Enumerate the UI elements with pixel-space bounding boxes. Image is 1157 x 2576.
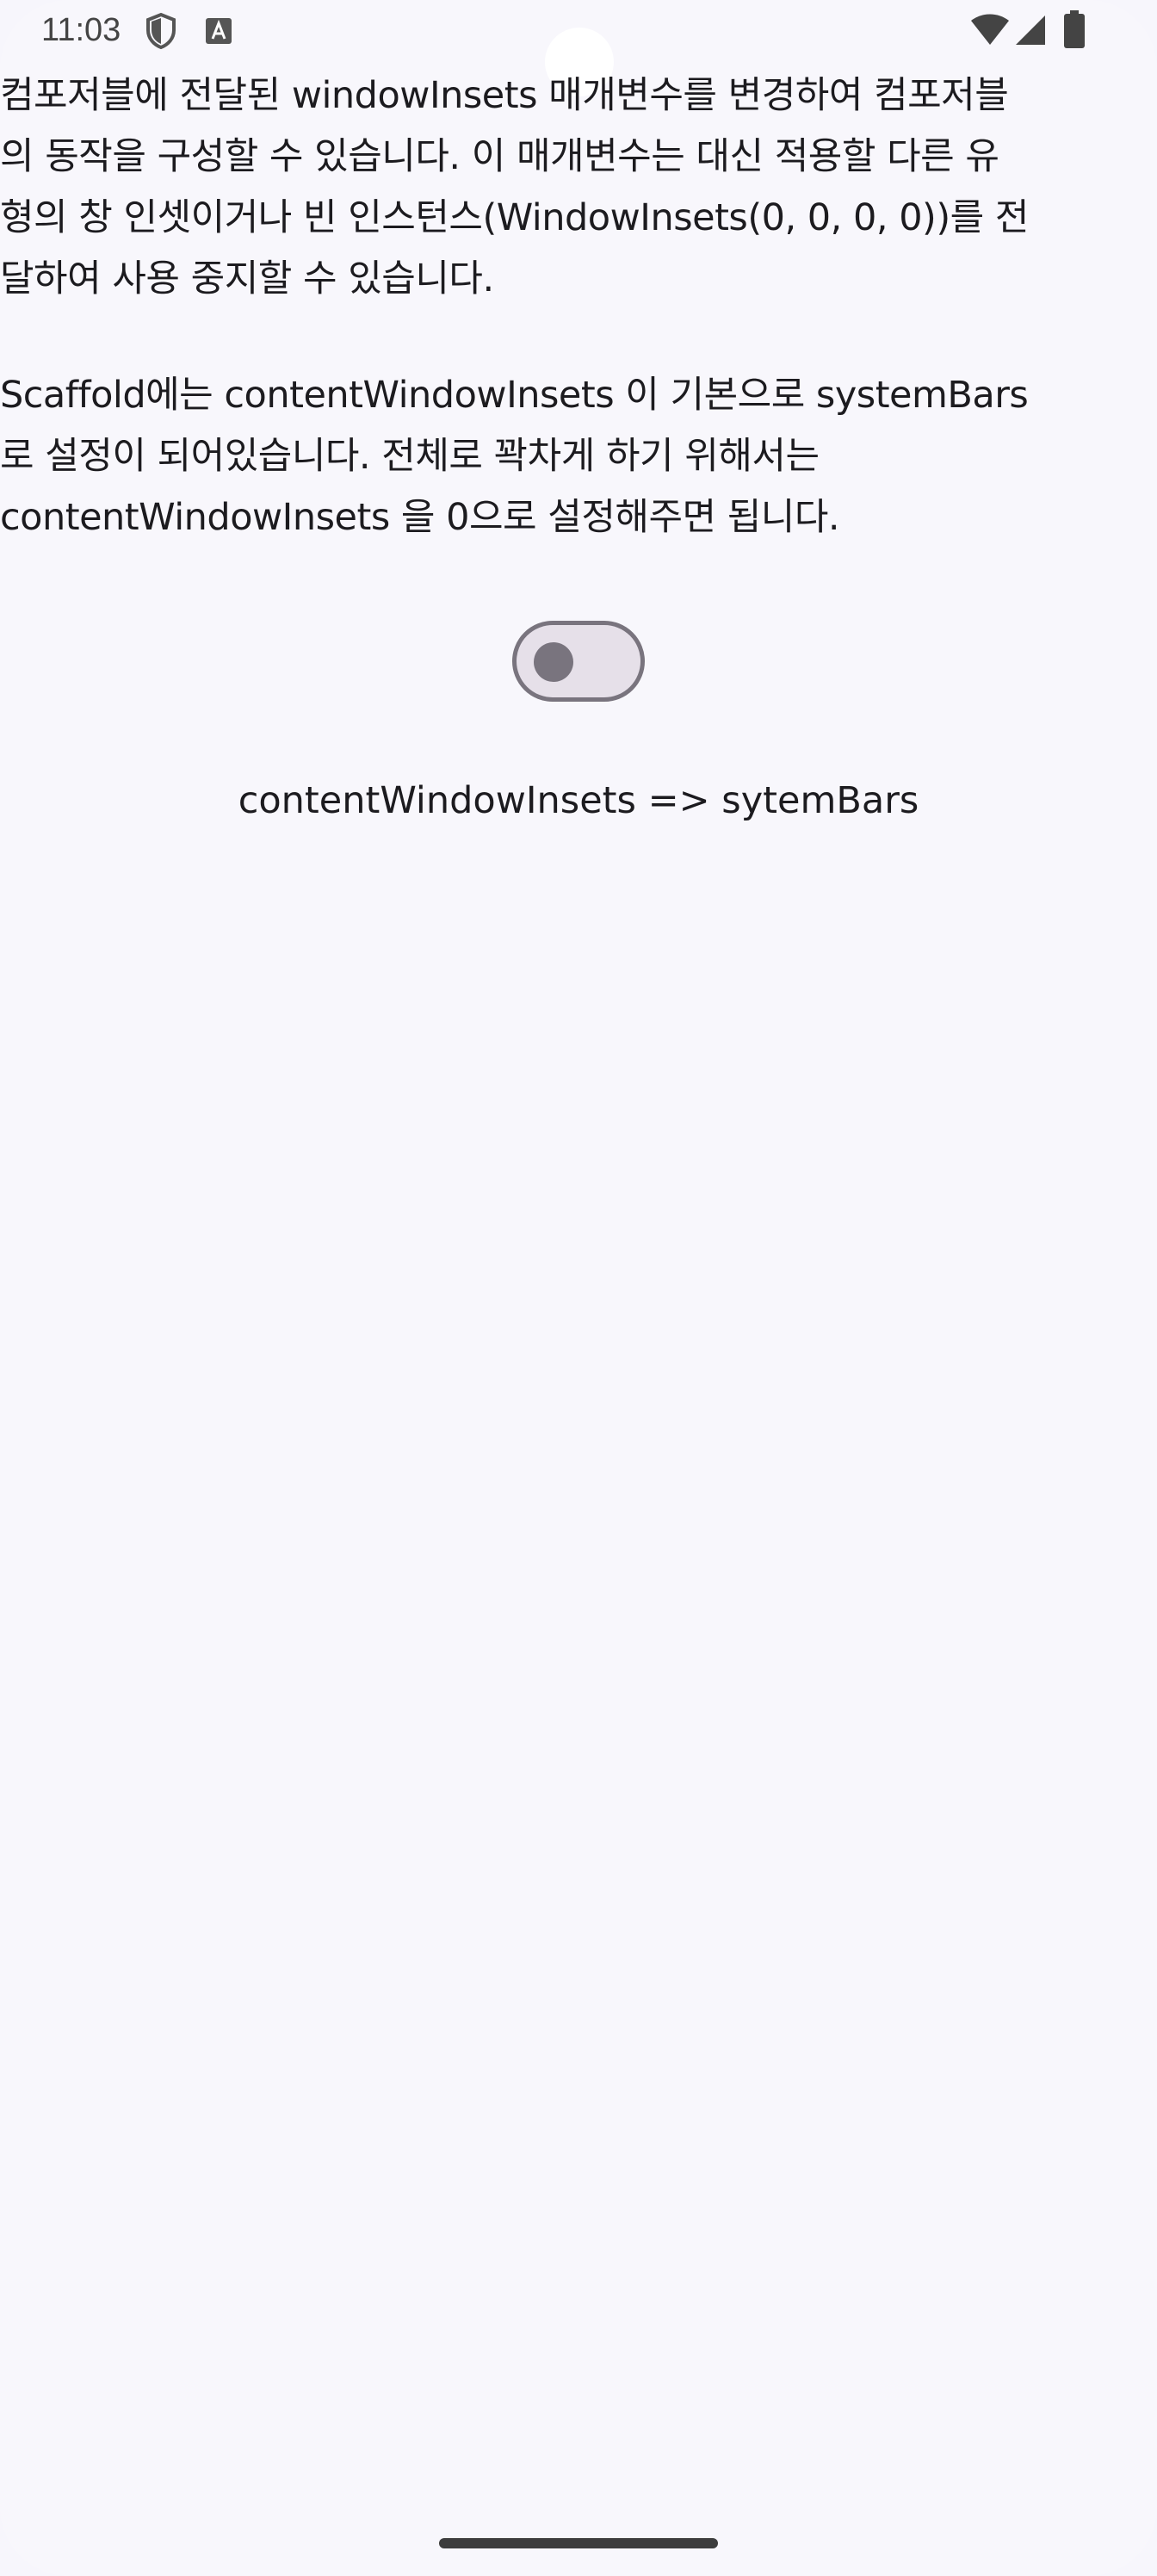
description-paragraph-1: 컴포저블에 전달된 windowInsets 매개변수를 변경하여 컴포저블 의…: [0, 74, 1029, 300]
switch-thumb: [534, 642, 573, 682]
shield-icon: [146, 12, 176, 50]
wifi-icon: [971, 14, 1009, 45]
main-content: 컴포저블에 전달된 windowInsets 매개변수를 변경하여 컴포저블 의…: [0, 65, 1157, 548]
description-paragraph-2: Scaffold에는 contentWindowInsets 이 기본으로 sy…: [0, 374, 1029, 539]
switch-label: contentWindowInsets => sytemBars: [238, 779, 919, 822]
app-screen: 11:03 컴포저블에 전달된 windowInsets 매개변수를 변경하여 …: [0, 0, 1157, 2576]
content-window-insets-switch[interactable]: [512, 621, 645, 702]
keyboard-a-icon: [206, 18, 232, 44]
signal-icon: [1016, 15, 1045, 45]
status-time: 11:03: [41, 12, 121, 48]
gesture-navigation-bar[interactable]: [439, 2538, 718, 2548]
battery-icon: [1064, 10, 1085, 48]
